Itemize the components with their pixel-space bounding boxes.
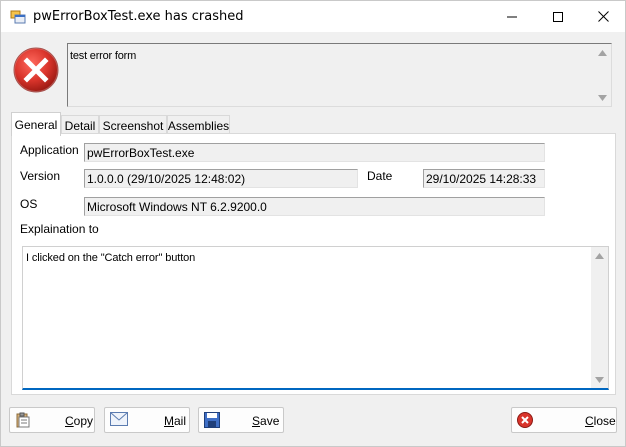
- tab-label: Screenshot: [102, 119, 164, 133]
- message-scrollbar[interactable]: [594, 44, 611, 106]
- application-label: Application: [20, 143, 79, 157]
- save-button-label: Save: [252, 414, 280, 428]
- close-button-label: Close: [585, 414, 616, 428]
- maximize-icon: [553, 11, 563, 22]
- tab-label: Detail: [64, 119, 96, 133]
- copy-button[interactable]: Copy: [9, 407, 95, 433]
- scroll-up-arrow[interactable]: [594, 44, 611, 61]
- save-button[interactable]: Save: [198, 407, 284, 433]
- tab-label: Assemblies: [167, 119, 230, 133]
- chevron-down-icon: [595, 376, 604, 383]
- app-window-icon: [10, 9, 26, 25]
- application-field[interactable]: pwErrorBoxTest.exe: [84, 143, 545, 162]
- chevron-down-icon: [598, 94, 607, 101]
- mail-button[interactable]: Mail: [104, 407, 190, 433]
- tab-label: General: [14, 117, 58, 132]
- date-field[interactable]: 29/10/2025 14:28:33: [423, 169, 545, 188]
- crash-dialog-window: pwErrorBoxTest.exe has crashed test erro…: [0, 0, 626, 447]
- window-title: pwErrorBoxTest.exe has crashed: [33, 9, 244, 24]
- scroll-down-arrow[interactable]: [594, 89, 611, 106]
- minimize-icon: [507, 16, 517, 17]
- error-message-box[interactable]: test error form: [67, 43, 612, 107]
- maximize-button[interactable]: [535, 1, 581, 32]
- explanation-textarea[interactable]: I clicked on the "Catch error" button: [22, 246, 609, 390]
- explanation-scrollbar[interactable]: [591, 247, 608, 388]
- explanation-text: I clicked on the "Catch error" button: [26, 252, 196, 264]
- chevron-up-icon: [595, 252, 604, 259]
- chevron-up-icon: [598, 49, 607, 56]
- mail-button-label: Mail: [164, 414, 187, 428]
- copy-button-label: Copy: [65, 414, 94, 428]
- scroll-down-arrow[interactable]: [591, 371, 608, 388]
- os-field[interactable]: Microsoft Windows NT 6.2.9200.0: [84, 197, 545, 216]
- error-icon: [12, 46, 60, 94]
- error-message-text: test error form: [70, 50, 137, 62]
- tab-general[interactable]: General: [11, 112, 61, 136]
- date-label: Date: [367, 169, 393, 183]
- os-label: OS: [20, 197, 38, 211]
- version-field[interactable]: 1.0.0.0 (29/10/2025 12:48:02): [84, 169, 358, 188]
- envelope-icon: [110, 412, 128, 428]
- close-button[interactable]: Close: [511, 407, 617, 433]
- title-bar[interactable]: pwErrorBoxTest.exe has crashed: [1, 1, 625, 32]
- version-label: Version: [20, 169, 61, 183]
- minimize-button[interactable]: [489, 1, 535, 32]
- clipboard-icon: [15, 412, 31, 428]
- scroll-up-arrow[interactable]: [591, 247, 608, 264]
- floppy-disk-icon: [204, 412, 220, 428]
- close-icon: [597, 11, 609, 22]
- close-window-button[interactable]: [580, 1, 626, 32]
- error-icon: [517, 412, 533, 428]
- explanation-label: Explaination to: [20, 222, 99, 236]
